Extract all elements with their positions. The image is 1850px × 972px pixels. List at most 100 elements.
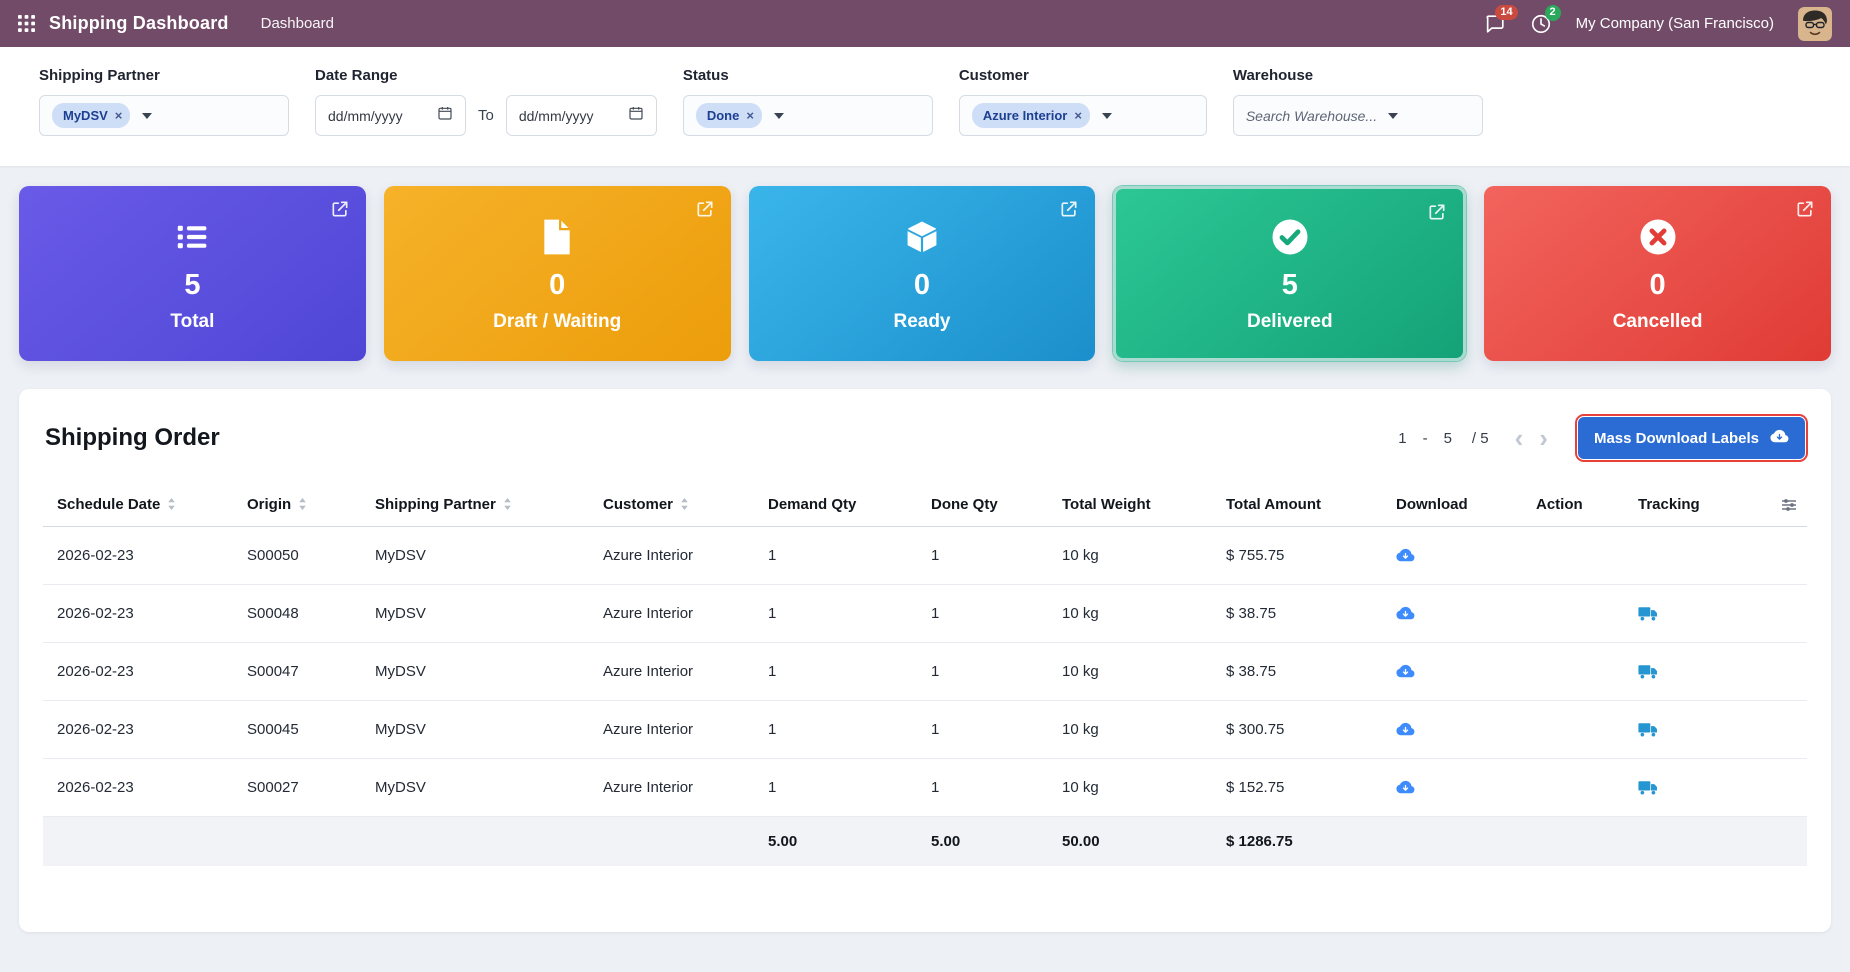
cell-total-weight: 10 kg <box>1052 700 1216 760</box>
column-header-done-qty[interactable]: Done Qty <box>921 483 1052 528</box>
chevron-down-icon[interactable] <box>1387 112 1398 119</box>
kpi-card-delivered[interactable]: 5 Delivered <box>1113 186 1467 361</box>
pagination-start: 1 <box>1398 429 1407 447</box>
column-header-customer[interactable]: Customer <box>593 483 758 528</box>
table-row[interactable]: 2026-02-23 S00027 MyDSV Azure Interior 1 1 10 … <box>43 758 1807 818</box>
pagination-total: / 5 <box>1471 429 1489 447</box>
download-label-icon[interactable] <box>1396 604 1415 623</box>
cell-origin: S00048 <box>237 584 365 644</box>
customer-select[interactable]: Azure Interior × <box>958 95 1207 136</box>
chevron-down-icon[interactable] <box>773 112 784 119</box>
column-header-action[interactable]: Action <box>1526 483 1628 528</box>
table-row[interactable]: 2026-02-23 S00047 MyDSV Azure Interior 1 1 10 … <box>43 642 1807 702</box>
cell-shipping-partner: MyDSV <box>365 526 593 586</box>
filter-shipping-partner: Shipping Partner MyDSV × <box>39 67 289 136</box>
column-header-shipping-partner[interactable]: Shipping Partner <box>365 483 593 528</box>
tracking-truck-icon[interactable] <box>1638 778 1659 797</box>
table-row[interactable]: 2026-02-23 S00045 MyDSV Azure Interior 1 1 10 … <box>43 700 1807 760</box>
messages-button[interactable]: 14 <box>1484 4 1518 35</box>
cell-total-amount: $ 38.75 <box>1216 584 1386 644</box>
cell-download <box>1386 526 1526 586</box>
user-avatar[interactable] <box>1798 6 1832 41</box>
warehouse-search-input[interactable] <box>1245 107 1376 124</box>
kpi-card-draft-waiting[interactable]: 0 Draft / Waiting <box>383 186 731 361</box>
download-label-icon[interactable] <box>1396 778 1415 797</box>
cell-schedule-date: 2026-02-23 <box>43 758 237 818</box>
shipping-partner-select[interactable]: MyDSV × <box>39 95 289 136</box>
cell-action <box>1526 526 1628 586</box>
apps-grid-icon[interactable] <box>18 15 35 32</box>
download-label-icon[interactable] <box>1396 546 1415 565</box>
cell-download <box>1386 584 1526 644</box>
remove-tag-icon[interactable]: × <box>1074 109 1082 122</box>
cell-customer: Azure Interior <box>593 642 758 702</box>
kpi-value: 5 <box>184 269 201 301</box>
cell-schedule-date: 2026-02-23 <box>43 526 237 586</box>
cell-schedule-date: 2026-02-23 <box>43 642 237 702</box>
external-link-icon[interactable] <box>1427 202 1447 227</box>
column-header-schedule-date[interactable]: Schedule Date <box>43 483 237 528</box>
remove-tag-icon[interactable]: × <box>746 109 754 122</box>
calendar-icon[interactable] <box>628 105 644 126</box>
cell-demand-qty: 1 <box>758 758 921 818</box>
tracking-truck-icon[interactable] <box>1638 604 1659 623</box>
cell-total-amount: $ 152.75 <box>1216 758 1386 818</box>
adjust-columns-icon[interactable] <box>1781 497 1797 513</box>
menu-dashboard[interactable]: Dashboard <box>261 15 334 32</box>
download-label-icon[interactable] <box>1396 720 1415 739</box>
external-link-icon[interactable] <box>1795 199 1815 224</box>
customer-label: Customer <box>958 67 1029 84</box>
filter-date-range: Date Range dd/mm/yyyy To dd/mm/yyyy <box>315 67 657 136</box>
table-header-row: Schedule Date Origin Shipping Partner Custo… <box>43 483 1807 528</box>
cell-demand-qty: 1 <box>758 584 921 644</box>
column-header-total-amount[interactable]: Total Amount <box>1216 483 1386 528</box>
kpi-card-cancelled[interactable]: 0 Cancelled <box>1484 186 1831 361</box>
company-switcher[interactable]: My Company (San Francisco) <box>1576 15 1774 32</box>
mass-download-labels-button[interactable]: Mass Download Labels <box>1574 414 1809 462</box>
remove-tag-icon[interactable]: × <box>115 109 123 122</box>
app-title[interactable]: Shipping Dashboard <box>49 13 229 34</box>
kpi-card-ready[interactable]: 0 Ready <box>748 186 1096 361</box>
date-to-input[interactable]: dd/mm/yyyy <box>505 95 657 136</box>
status-tag: Done × <box>695 103 762 128</box>
kpi-label: Total <box>170 311 215 332</box>
column-header-tracking[interactable]: Tracking <box>1628 483 1762 528</box>
tracking-truck-icon[interactable] <box>1638 662 1659 681</box>
external-link-icon[interactable] <box>1059 199 1079 224</box>
column-header-download[interactable]: Download <box>1386 483 1526 528</box>
messages-badge: 14 <box>1495 4 1518 20</box>
shipping-order-panel: Shipping Order 1 - 5 / 5 ‹ › Mass Downlo… <box>19 389 1831 932</box>
orders-table: Schedule Date Origin Shipping Partner Custo… <box>43 483 1807 867</box>
kpi-cards-row: 5 Total 0 Draft / Waiting 0 Ready 5 Deli… <box>0 166 1850 361</box>
tracking-truck-icon[interactable] <box>1638 720 1659 739</box>
shipping-partner-tag: MyDSV × <box>52 103 131 128</box>
warehouse-label: Warehouse <box>1232 67 1314 84</box>
status-select[interactable]: Done × <box>682 95 933 136</box>
activities-button[interactable]: 2 <box>1530 4 1561 35</box>
cell-total-weight: 10 kg <box>1052 642 1216 702</box>
cell-customer: Azure Interior <box>593 526 758 586</box>
download-label-icon[interactable] <box>1396 662 1415 681</box>
external-link-icon[interactable] <box>695 199 715 224</box>
date-to-label: To <box>478 107 494 124</box>
total-done-qty: 5.00 <box>921 816 1052 867</box>
chevron-down-icon[interactable] <box>142 112 153 119</box>
external-link-icon[interactable] <box>330 199 350 224</box>
chevron-down-icon[interactable] <box>1101 112 1112 119</box>
cell-customer: Azure Interior <box>593 700 758 760</box>
column-header-demand-qty[interactable]: Demand Qty <box>758 483 921 528</box>
warehouse-search[interactable] <box>1232 95 1483 136</box>
pagination-prev-button[interactable]: ‹ <box>1515 425 1524 451</box>
column-header-origin[interactable]: Origin <box>237 483 365 528</box>
column-header-total-weight[interactable]: Total Weight <box>1052 483 1216 528</box>
cell-action <box>1526 642 1628 702</box>
list-icon <box>174 214 210 260</box>
calendar-icon[interactable] <box>437 105 453 126</box>
date-from-input[interactable]: dd/mm/yyyy <box>315 95 466 136</box>
pagination-next-button[interactable]: › <box>1539 425 1548 451</box>
date-to-value: dd/mm/yyyy <box>518 107 594 124</box>
kpi-label: Delivered <box>1247 311 1333 332</box>
table-row[interactable]: 2026-02-23 S00048 MyDSV Azure Interior 1 1 10 … <box>43 584 1807 644</box>
kpi-card-total[interactable]: 5 Total <box>19 186 366 361</box>
table-row[interactable]: 2026-02-23 S00050 MyDSV Azure Interior 1 1 10 … <box>43 526 1807 586</box>
